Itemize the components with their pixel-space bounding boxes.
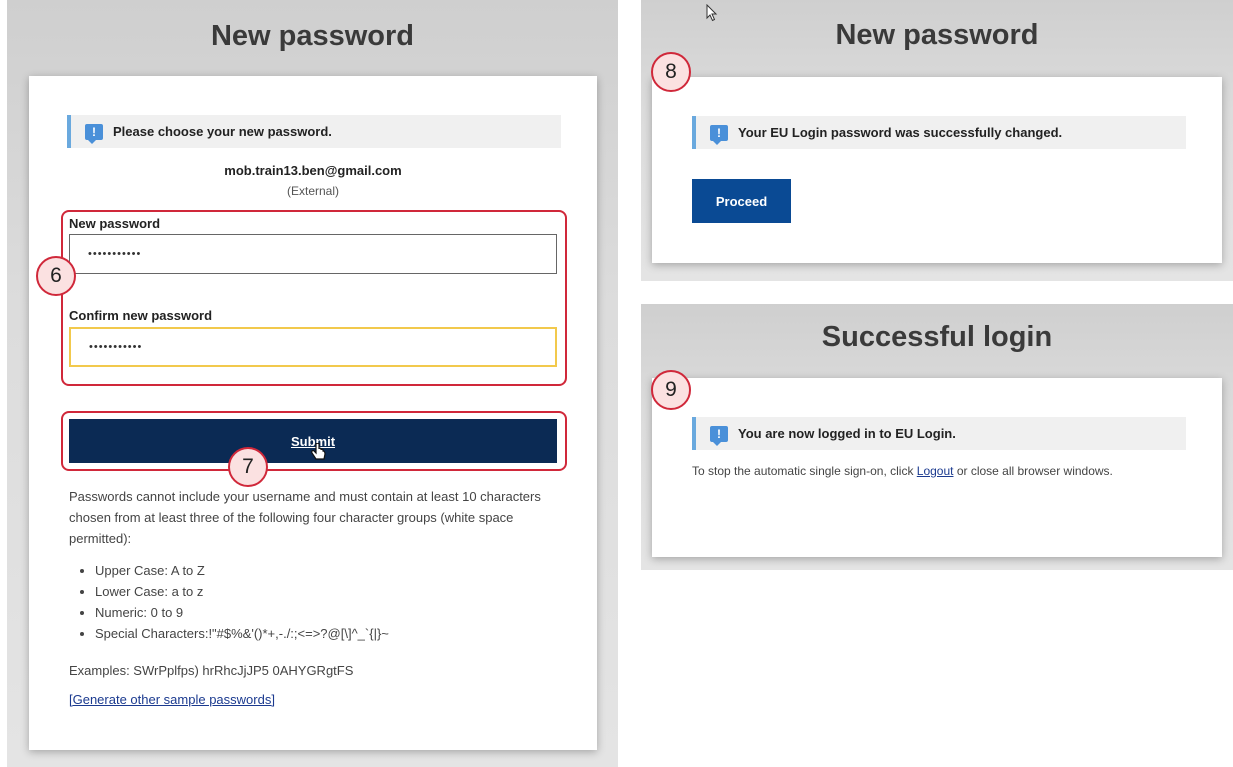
page-title: New password [835, 19, 1039, 51]
mouse-cursor-icon [706, 4, 718, 22]
info-icon: ! [710, 425, 728, 446]
info-icon: ! [85, 123, 103, 144]
step-7-marker: 7 [228, 447, 268, 487]
rule-special-characters: Special Characters:!"#$%&'()*+,-./:;<=>?… [95, 623, 569, 644]
pointer-hand-icon [311, 443, 326, 460]
success-message: ! Your EU Login password was successfull… [692, 116, 1186, 149]
generate-passwords-link[interactable]: [Generate other sample passwords] [69, 689, 275, 710]
user-email: mob.train13.ben@gmail.com [224, 163, 402, 178]
password-rules-list: Upper Case: A to Z Lower Case: a to z Nu… [69, 560, 569, 644]
logout-link[interactable]: Logout [917, 464, 954, 478]
success-message-text: Your EU Login password was successfully … [738, 125, 1063, 140]
rule-upper-case: Upper Case: A to Z [95, 560, 569, 581]
password-changed-card: ! Your EU Login password was successfull… [652, 77, 1222, 263]
info-message-text: Please choose your new password. [113, 124, 332, 139]
new-password-card: ! Please choose your new password. mob.t… [29, 76, 597, 750]
new-password-panel: New password ! Please choose your new pa… [7, 0, 618, 767]
successful-login-card: ! You are now logged in to EU Login. To … [652, 378, 1222, 557]
proceed-button[interactable]: Proceed [692, 179, 791, 223]
page-title: New password [210, 20, 415, 52]
password-changed-panel: New password ! Your EU Login password wa… [641, 0, 1233, 281]
password-rules-intro: Passwords cannot include your username a… [69, 489, 541, 546]
account-type: (External) [286, 184, 339, 198]
successful-login-panel: Successful login ! You are now logged in… [641, 304, 1233, 570]
password-examples: Examples: SWrPplfps) hrRhcJjJP5 0AHYGRgt… [69, 663, 354, 678]
logged-in-message: ! You are now logged in to EU Login. [692, 417, 1186, 450]
info-icon: ! [710, 124, 728, 145]
password-fields-highlight [61, 210, 567, 386]
rule-numeric: Numeric: 0 to 9 [95, 602, 569, 623]
page-title: Successful login [821, 321, 1053, 353]
step-9-marker: 9 [651, 370, 691, 410]
step-6-marker: 6 [36, 256, 76, 296]
single-sign-on-text-before: To stop the automatic single sign-on, cl… [692, 464, 917, 478]
single-sign-on-text: To stop the automatic single sign-on, cl… [692, 460, 1132, 482]
logged-in-message-text: You are now logged in to EU Login. [738, 426, 956, 441]
info-message: ! Please choose your new password. [67, 115, 561, 148]
single-sign-on-text-after: or close all browser windows. [953, 464, 1113, 478]
rule-lower-case: Lower Case: a to z [95, 581, 569, 602]
step-8-marker: 8 [651, 52, 691, 92]
